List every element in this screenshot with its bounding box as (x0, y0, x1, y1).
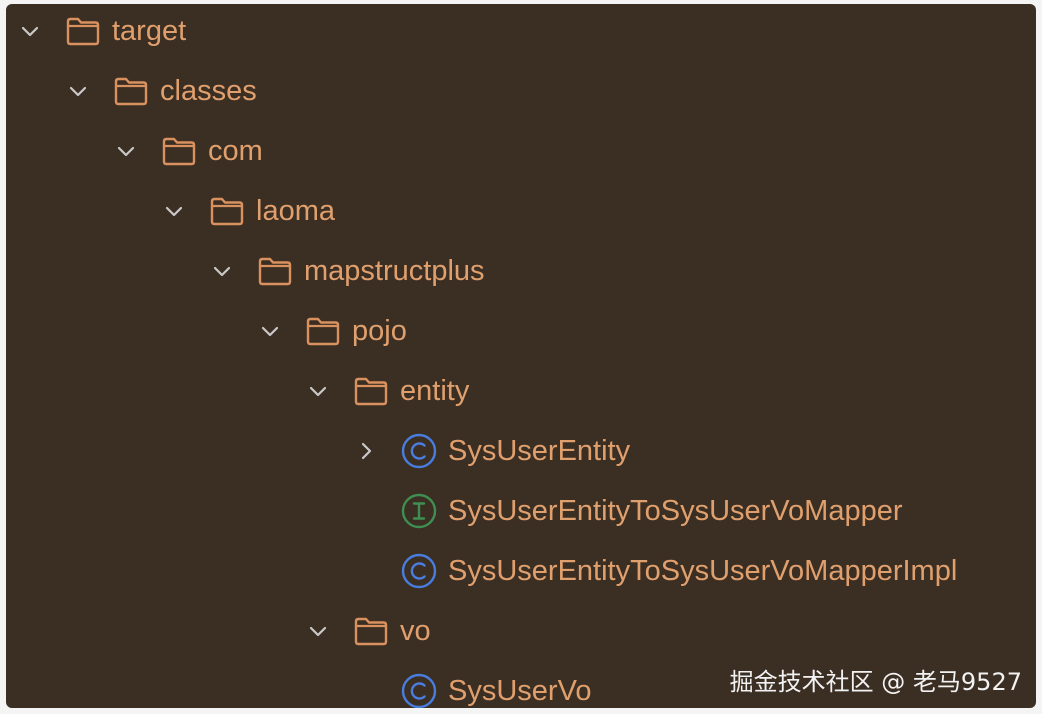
folder-icon (208, 192, 246, 230)
folder-icon (112, 72, 150, 110)
watermark: 掘金技术社区 @ 老马9527 (729, 668, 1022, 696)
tree-item-pojo[interactable]: pojo (6, 301, 1036, 361)
folder-icon (352, 612, 390, 650)
tree-item-label: SysUserEntity (448, 435, 631, 467)
folder-icon (64, 12, 102, 50)
tree-item-vo[interactable]: vo (6, 601, 1036, 661)
chevron-right-icon[interactable] (352, 437, 380, 465)
class-c-icon (400, 432, 438, 470)
tree-item-com[interactable]: com (6, 121, 1036, 181)
project-tree-panel: target classes com laoma mapstructplus pojo en… (6, 4, 1036, 708)
tree-item-label: SysUserVo (448, 675, 592, 707)
tree-item-label: pojo (352, 315, 407, 347)
tree-item-target[interactable]: target (6, 4, 1036, 61)
folder-icon (352, 372, 390, 410)
chevron-down-icon[interactable] (64, 77, 92, 105)
tree-item-label: com (208, 135, 263, 167)
tree-item-laoma[interactable]: laoma (6, 181, 1036, 241)
tree-item-label: SysUserEntityToSysUserVoMapperImpl (448, 555, 958, 587)
class-c-icon (400, 552, 438, 590)
tree-item-label: laoma (256, 195, 335, 227)
chevron-down-icon[interactable] (304, 617, 332, 645)
chevron-down-icon[interactable] (208, 257, 236, 285)
folder-icon (160, 132, 198, 170)
tree-item-entity[interactable]: entity (6, 361, 1036, 421)
chevron-down-icon[interactable] (256, 317, 284, 345)
tree-item-label: SysUserEntityToSysUserVoMapper (448, 495, 903, 527)
folder-icon (256, 252, 294, 290)
chevron-down-icon[interactable] (160, 197, 188, 225)
tree-item-label: entity (400, 375, 470, 407)
folder-icon (304, 312, 342, 350)
tree-item-sysuserentity[interactable]: SysUserEntity (6, 421, 1036, 481)
interface-i-icon (400, 492, 438, 530)
tree-item-label: vo (400, 615, 431, 647)
tree-item-label: target (112, 15, 187, 47)
chevron-down-icon[interactable] (304, 377, 332, 405)
tree-item-sysuserentitytosysuservomapper[interactable]: SysUserEntityToSysUserVoMapper (6, 481, 1036, 541)
tree-item-label: mapstructplus (304, 255, 485, 287)
class-c-icon (400, 672, 438, 708)
tree-item-mapstructplus[interactable]: mapstructplus (6, 241, 1036, 301)
chevron-down-icon[interactable] (16, 17, 44, 45)
chevron-down-icon[interactable] (112, 137, 140, 165)
tree-item-sysuserentitytosysuservomapperimpl[interactable]: SysUserEntityToSysUserVoMapperImpl (6, 541, 1036, 601)
tree-item-label: classes (160, 75, 257, 107)
tree-item-classes[interactable]: classes (6, 61, 1036, 121)
